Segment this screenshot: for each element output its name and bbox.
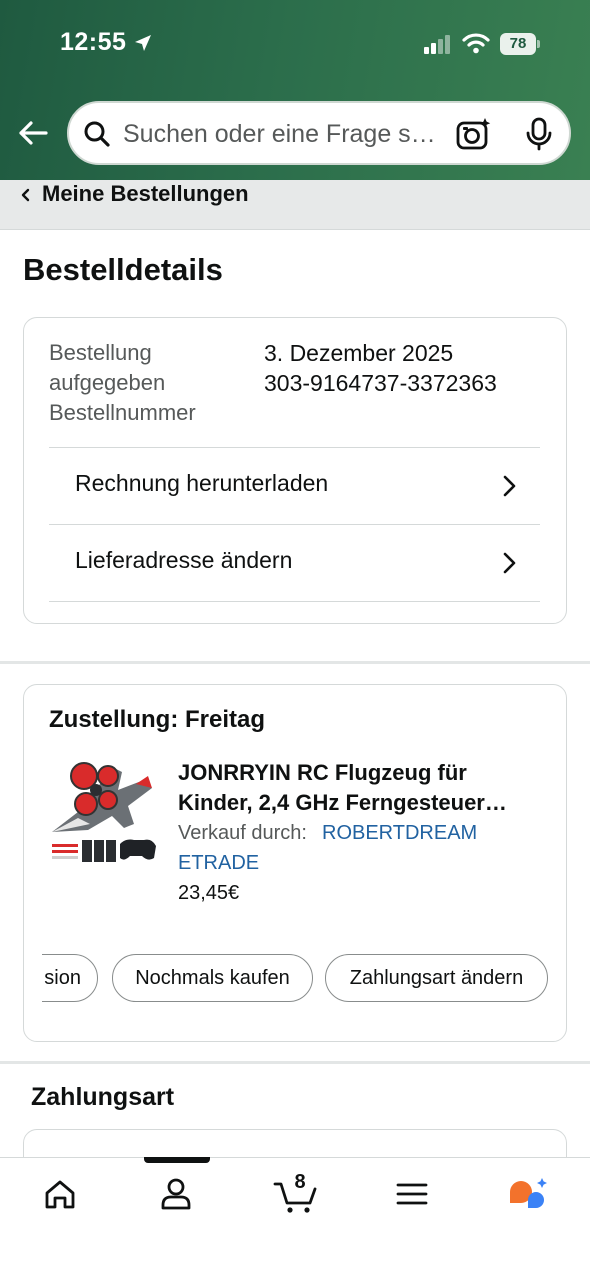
camera-lens-icon[interactable]	[456, 117, 492, 151]
order-date-value: 3. Dezember 2025	[264, 340, 454, 366]
change-address-row[interactable]: Lieferadresse ändern	[49, 524, 540, 601]
product-title[interactable]: JONRRYIN RC Flugzeug für Kinder, 2,4 GHz…	[178, 758, 540, 818]
order-number-value: 303-9164737-3372363	[264, 370, 497, 396]
delivery-title: Zustellung: Freitag	[49, 706, 265, 733]
section-divider	[0, 661, 590, 664]
account-icon[interactable]	[152, 1172, 200, 1216]
download-invoice-row[interactable]: Rechnung herunterladen	[49, 447, 540, 524]
row-divider	[49, 601, 540, 602]
change-payment-button[interactable]: Zahlungsart ändern	[325, 954, 548, 1002]
download-invoice-label: Rechnung herunterladen	[75, 470, 329, 496]
app-header: 12:55 78	[0, 0, 590, 180]
battery-indicator: 78	[500, 33, 540, 55]
product-price: 23,45€	[178, 882, 240, 904]
buy-again-button[interactable]: Nochmals kaufen	[112, 954, 313, 1002]
battery-cap	[537, 40, 540, 48]
active-tab-indicator	[144, 1157, 210, 1163]
page-title: Bestelldetails	[23, 252, 223, 287]
action-buttons-scroller[interactable]: sion Nochmals kaufen Zahlungsart ändern	[42, 952, 550, 1004]
seller-link[interactable]: ROBERTDREAM	[322, 822, 477, 845]
search-input[interactable]	[123, 117, 443, 151]
wifi-icon	[462, 33, 490, 54]
menu-icon[interactable]	[388, 1172, 436, 1216]
chevron-left-icon	[21, 188, 30, 202]
product-title-line2[interactable]: Kinder, 2,4 GHz Ferngesteuer…	[178, 788, 540, 818]
payment-title: Zahlungsart	[31, 1083, 175, 1111]
battery-level: 78	[500, 33, 536, 55]
product-title-line1[interactable]: JONRRYIN RC Flugzeug für	[178, 758, 540, 788]
order-date-label-line1: Bestellung	[49, 340, 152, 365]
search-icon	[84, 121, 110, 147]
change-address-label: Lieferadresse ändern	[75, 547, 293, 573]
back-arrow-icon[interactable]	[16, 116, 50, 150]
seller-link-cont[interactable]: ETRADE	[178, 852, 259, 875]
chevron-right-icon	[503, 552, 516, 574]
seller-prefix: Verkauf durch:	[178, 822, 307, 844]
cut-off-action-button[interactable]: sion	[42, 954, 98, 1002]
search-bar[interactable]	[67, 101, 571, 165]
microphone-icon[interactable]	[525, 117, 553, 151]
status-time: 12:55	[60, 28, 127, 56]
cart-count-badge: 8	[294, 1171, 306, 1193]
product-image[interactable]	[48, 754, 158, 864]
order-date-label-line2: aufgegeben	[49, 370, 166, 395]
rufus-assistant-icon[interactable]	[504, 1172, 552, 1216]
location-arrow-icon	[135, 35, 151, 51]
section-divider	[0, 1061, 590, 1064]
order-number-label: Bestellnummer	[49, 400, 196, 425]
breadcrumb-label[interactable]: Meine Bestellungen	[42, 181, 249, 207]
chevron-right-icon	[503, 475, 516, 497]
cellular-signal-icon	[424, 35, 450, 54]
home-icon[interactable]	[36, 1172, 84, 1216]
